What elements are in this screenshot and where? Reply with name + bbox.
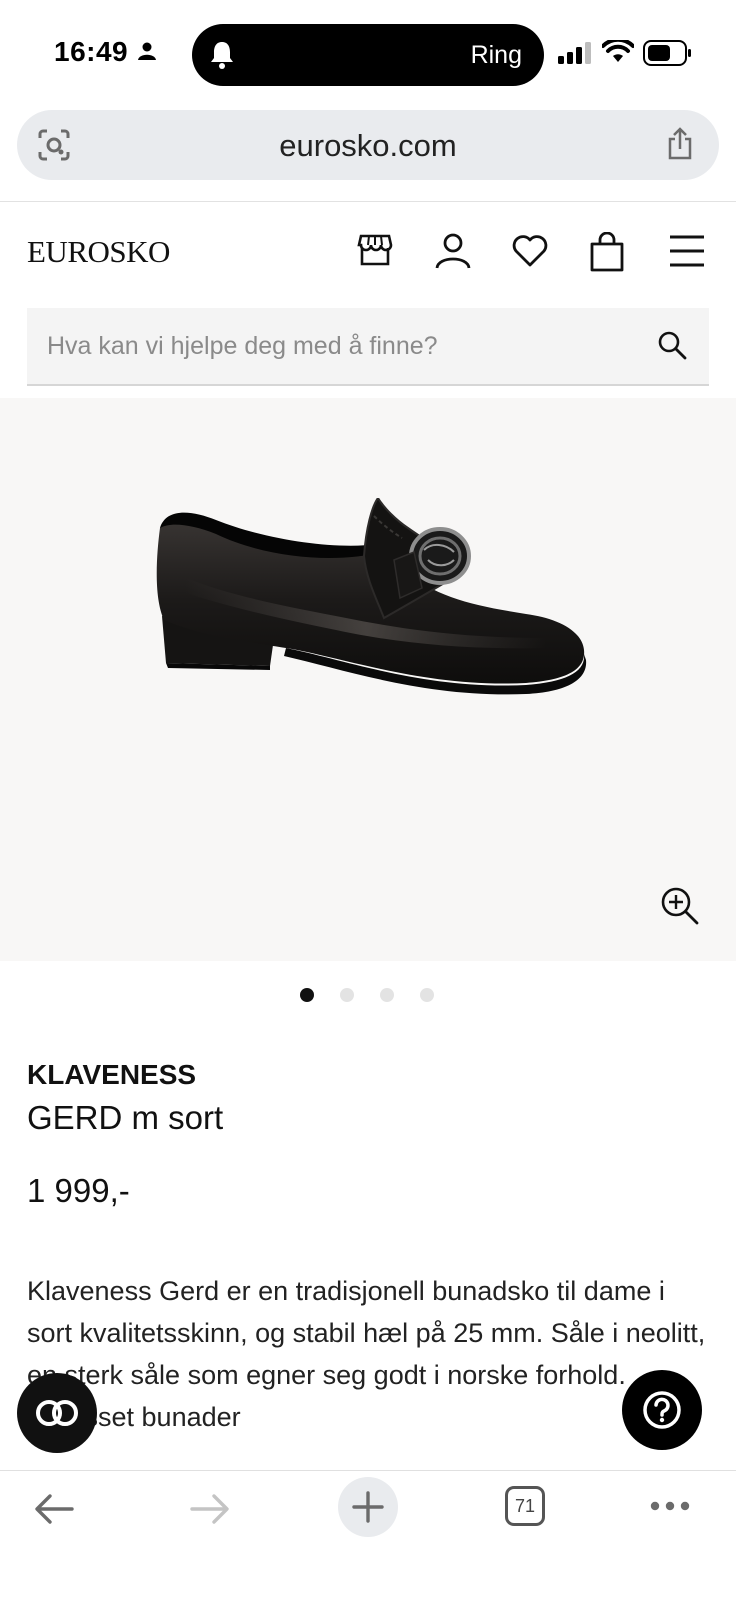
forward-icon[interactable] (190, 1493, 230, 1525)
product-image[interactable] (146, 498, 596, 703)
browser-url-bar[interactable]: eurosko.com (17, 110, 719, 180)
url-text[interactable]: eurosko.com (17, 128, 719, 164)
plus-icon (352, 1491, 384, 1523)
bag-icon[interactable] (588, 232, 626, 272)
island-label: Ring (470, 41, 522, 69)
product-price: 1 999,- (27, 1172, 130, 1209)
help-button[interactable] (622, 1370, 702, 1450)
image-pagination[interactable] (300, 988, 434, 1002)
zoom-icon[interactable] (660, 886, 700, 926)
question-icon (643, 1391, 681, 1429)
wifi-icon (602, 40, 634, 62)
pagination-dot-active[interactable] (300, 988, 314, 1002)
more-icon[interactable] (650, 1501, 690, 1511)
product-image-gallery[interactable] (0, 398, 736, 961)
pagination-dot[interactable] (380, 988, 394, 1002)
tabs-icon[interactable]: 71 (505, 1486, 545, 1526)
link-icon (36, 1400, 78, 1426)
search-icon[interactable] (657, 330, 687, 360)
site-logo[interactable]: EUROSKO (27, 234, 170, 270)
bell-icon (211, 42, 233, 69)
menu-icon[interactable] (669, 234, 705, 268)
dynamic-island[interactable]: Ring (192, 24, 544, 86)
product-brand[interactable]: KLAVENESS (27, 1059, 196, 1091)
chat-button[interactable] (17, 1373, 97, 1453)
product-name: GERD m sort (27, 1099, 224, 1136)
person-icon (138, 42, 156, 60)
account-icon[interactable] (434, 232, 472, 270)
heart-icon[interactable] (512, 235, 548, 267)
search-input[interactable] (47, 326, 627, 366)
store-icon[interactable] (357, 232, 393, 268)
pagination-dot[interactable] (340, 988, 354, 1002)
status-bar: 16:49 Ring (0, 0, 736, 106)
back-icon[interactable] (34, 1493, 74, 1525)
divider (0, 201, 736, 202)
status-time: 16:49 (54, 36, 129, 67)
battery-icon (643, 40, 691, 66)
signal-icon (558, 42, 591, 64)
browser-toolbar: 71 (0, 1470, 736, 1600)
search-bar[interactable] (27, 308, 709, 386)
product-description: Klaveness Gerd er en tradisjonell bunads… (27, 1276, 706, 1432)
new-tab-button[interactable] (338, 1477, 398, 1537)
share-icon[interactable] (665, 127, 695, 161)
pagination-dot[interactable] (420, 988, 434, 1002)
